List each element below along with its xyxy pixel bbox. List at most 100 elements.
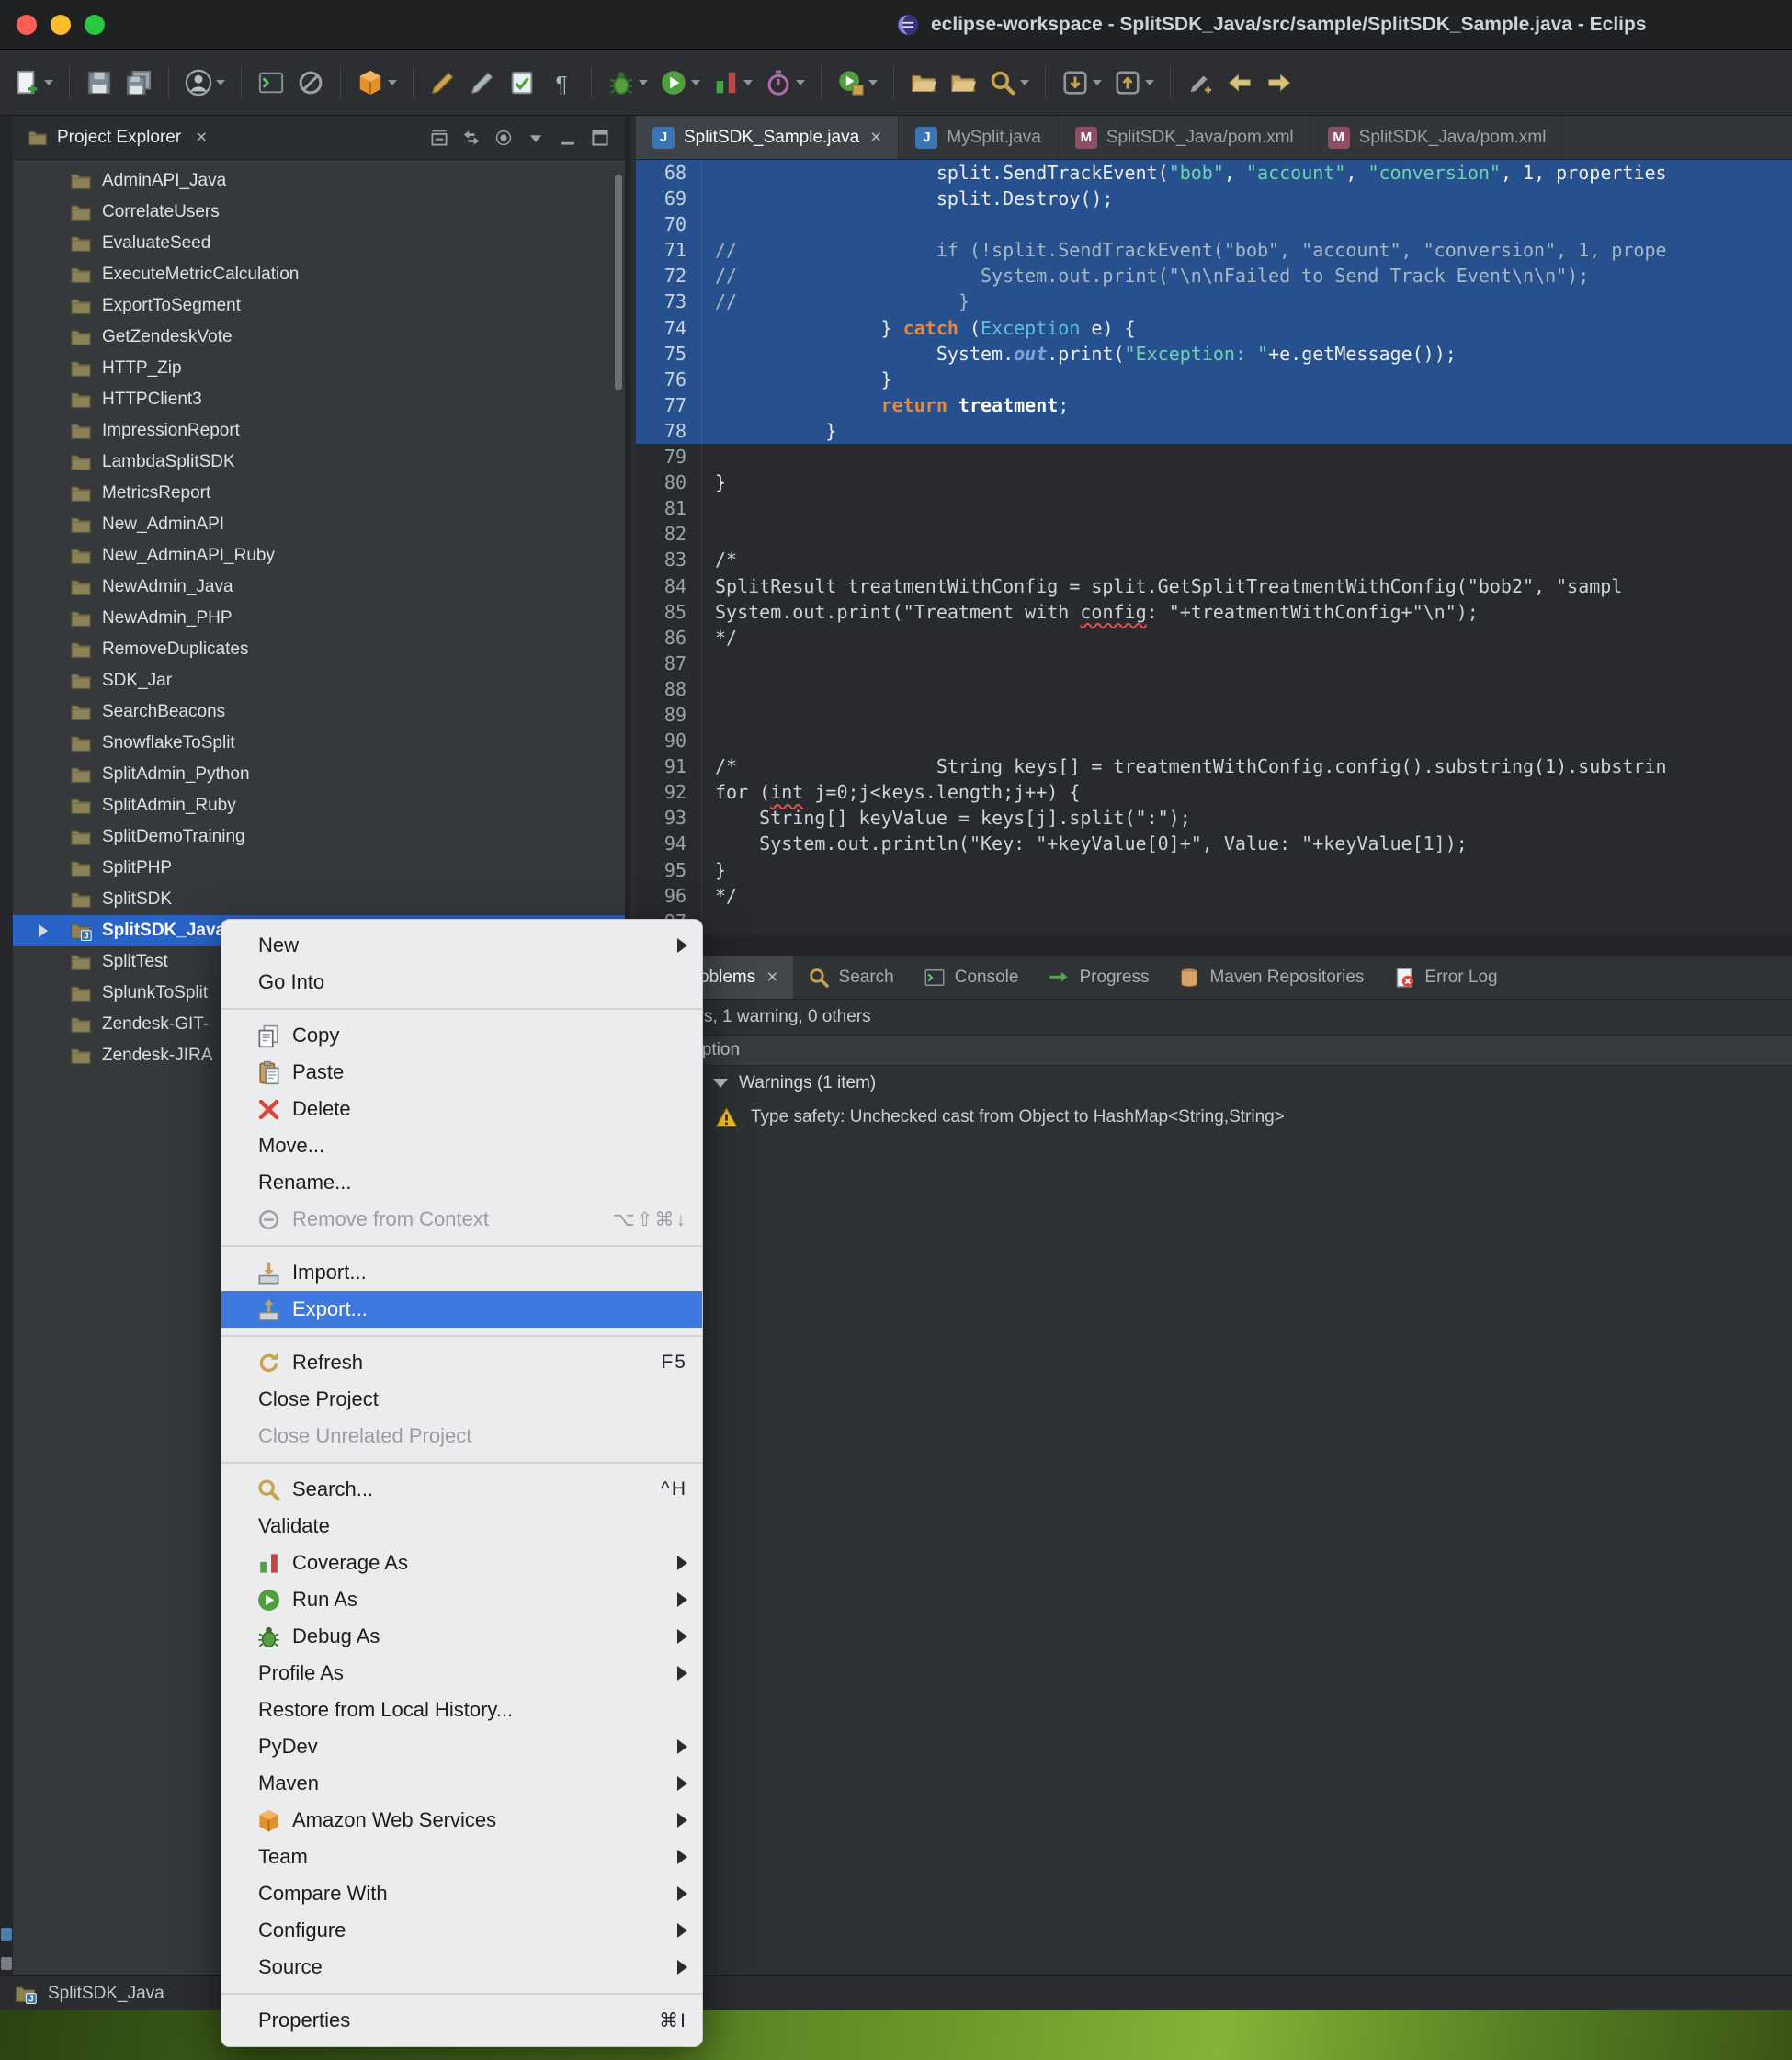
close-tab-icon[interactable]: ×: [766, 967, 777, 989]
tree-item-splitsdk[interactable]: SplitSDK: [13, 884, 625, 915]
menu-item-search[interactable]: Search...^H: [221, 1471, 702, 1508]
code-line[interactable]: 81: [636, 495, 1792, 521]
tree-item-http-zip[interactable]: HTTP_Zip: [13, 353, 625, 384]
account-button[interactable]: [181, 65, 229, 100]
close-window-button[interactable]: [17, 15, 37, 35]
tree-item-splitadmin-python[interactable]: SplitAdmin_Python: [13, 759, 625, 790]
code-line[interactable]: 91/* String keys[] = treatmentWithConfig…: [636, 753, 1792, 779]
editor-tab-splitsdk-sample-java[interactable]: JSplitSDK_Sample.java×: [636, 116, 899, 159]
tree-item-lambdasplitsdk[interactable]: LambdaSplitSDK: [13, 447, 625, 478]
code-editor[interactable]: 68 split.SendTrackEvent("bob", "account"…: [636, 160, 1792, 934]
horizontal-sash[interactable]: [636, 934, 1792, 956]
save-button[interactable]: [82, 65, 117, 100]
code-line[interactable]: 86*/: [636, 625, 1792, 651]
coverage-button[interactable]: [709, 65, 756, 100]
code-line[interactable]: 83/*: [636, 547, 1792, 572]
show-whitespace-button[interactable]: ¶: [544, 65, 579, 100]
menu-item-close-unrelated-project[interactable]: Close Unrelated Project: [221, 1418, 702, 1454]
minimized-view-icon-1[interactable]: [1, 1928, 12, 1941]
menu-item-copy[interactable]: Copy: [221, 1017, 702, 1054]
menu-item-restore-from-local-history[interactable]: Restore from Local History...: [221, 1692, 702, 1728]
tree-item-adminapi-java[interactable]: AdminAPI_Java: [13, 165, 625, 197]
close-view-icon[interactable]: ×: [196, 127, 207, 149]
view-menu-button[interactable]: [526, 128, 546, 148]
code-line[interactable]: 92for (int j=0;j<keys.length;j++) {: [636, 779, 1792, 805]
tree-item-searchbeacons[interactable]: SearchBeacons: [13, 696, 625, 728]
tree-item-evaluateseed[interactable]: EvaluateSeed: [13, 228, 625, 259]
debug-button[interactable]: [604, 65, 652, 100]
menu-item-go-into[interactable]: Go Into: [221, 964, 702, 1001]
tree-item-correlateusers[interactable]: CorrelateUsers: [13, 197, 625, 228]
menu-item-configure[interactable]: Configure: [221, 1912, 702, 1949]
menu-item-source[interactable]: Source: [221, 1949, 702, 1986]
menu-item-maven[interactable]: Maven: [221, 1765, 702, 1802]
problems-warning-group[interactable]: Warnings (1 item): [636, 1066, 1792, 1101]
open-resource-button[interactable]: [906, 65, 941, 100]
new-package-button[interactable]: [353, 65, 401, 100]
view-tab-maven-repositories[interactable]: Maven Repositories: [1163, 956, 1378, 999]
tree-item-getzendeskvote[interactable]: GetZendeskVote: [13, 322, 625, 353]
editor-tab-splitsdk-java-pom-xml[interactable]: MSplitSDK_Java/pom.xml: [1059, 116, 1311, 159]
explorer-scrollbar[interactable]: [615, 175, 622, 390]
menu-item-export[interactable]: Export...: [221, 1291, 702, 1328]
forward-button[interactable]: [1262, 65, 1297, 100]
view-tab-error-log[interactable]: Error Log: [1378, 956, 1512, 999]
tree-item-snowflaketosplit[interactable]: SnowflakeToSplit: [13, 728, 625, 759]
code-line[interactable]: 80}: [636, 470, 1792, 495]
expand-caret-icon[interactable]: [713, 1079, 728, 1088]
code-line[interactable]: 88: [636, 676, 1792, 702]
menu-item-delete[interactable]: Delete: [221, 1091, 702, 1127]
focus-view-button[interactable]: [493, 128, 514, 148]
code-line[interactable]: 82: [636, 521, 1792, 547]
close-tab-icon[interactable]: ×: [870, 127, 881, 149]
search-button[interactable]: [985, 65, 1033, 100]
code-line[interactable]: 94 System.out.println("Key: "+keyValue[0…: [636, 831, 1792, 856]
open-console-button[interactable]: [254, 65, 289, 100]
view-tab-console[interactable]: Console: [909, 956, 1034, 999]
tree-item-splitadmin-ruby[interactable]: SplitAdmin_Ruby: [13, 790, 625, 821]
code-line[interactable]: 70: [636, 211, 1792, 237]
link-with-editor-button[interactable]: [461, 128, 482, 148]
collapse-all-button[interactable]: [429, 128, 449, 148]
problems-column-header[interactable]: Description: [636, 1035, 1792, 1066]
code-line[interactable]: 97: [636, 909, 1792, 934]
editor-tab-mysplit-java[interactable]: JMySplit.java: [899, 116, 1058, 159]
code-line[interactable]: 69 split.Destroy();: [636, 186, 1792, 211]
previous-annotation-button[interactable]: [1110, 65, 1158, 100]
back-button[interactable]: [1222, 65, 1257, 100]
menu-item-remove-from-context[interactable]: Remove from Context⌥⇧⌘↓: [221, 1201, 702, 1238]
code-line[interactable]: 76 }: [636, 367, 1792, 392]
new-task-button[interactable]: [505, 65, 539, 100]
minimize-view-button[interactable]: [558, 128, 578, 148]
code-line[interactable]: 87: [636, 651, 1792, 676]
code-line[interactable]: 75 System.out.print("Exception: "+e.getM…: [636, 341, 1792, 367]
code-line[interactable]: 71// if (!split.SendTrackEvent("bob", "a…: [636, 237, 1792, 263]
last-edit-location-button[interactable]: [1183, 65, 1218, 100]
view-tab-search[interactable]: Search: [793, 956, 909, 999]
expand-arrow-icon[interactable]: [39, 924, 48, 937]
next-annotation-button[interactable]: [1058, 65, 1106, 100]
tree-item-splitphp[interactable]: SplitPHP: [13, 853, 625, 884]
tree-item-httpclient3[interactable]: HTTPClient3: [13, 384, 625, 415]
menu-item-import[interactable]: Import...: [221, 1254, 702, 1291]
code-line[interactable]: 73// }: [636, 289, 1792, 314]
new-wizard-button[interactable]: [9, 65, 57, 100]
menu-item-rename[interactable]: Rename...: [221, 1164, 702, 1201]
code-line[interactable]: 96*/: [636, 883, 1792, 909]
code-line[interactable]: 74 } catch (Exception e) {: [636, 315, 1792, 341]
save-all-button[interactable]: [121, 65, 156, 100]
skip-all-breakpoints-button[interactable]: [293, 65, 328, 100]
code-line[interactable]: 93 String[] keyValue = keys[j].split(":"…: [636, 805, 1792, 831]
code-line[interactable]: 89: [636, 702, 1792, 728]
code-line[interactable]: 95}: [636, 857, 1792, 883]
tree-item-exporttosegment[interactable]: ExportToSegment: [13, 290, 625, 322]
minimized-view-icon-2[interactable]: [1, 1957, 12, 1970]
run-button[interactable]: [656, 65, 704, 100]
zoom-window-button[interactable]: [85, 15, 105, 35]
menu-item-close-project[interactable]: Close Project: [221, 1381, 702, 1418]
tree-item-new-adminapi[interactable]: New_AdminAPI: [13, 509, 625, 540]
titlebar[interactable]: eclipse-workspace - SplitSDK_Java/src/sa…: [0, 0, 1792, 50]
minimize-window-button[interactable]: [51, 15, 71, 35]
tree-item-sdk-jar[interactable]: SDK_Jar: [13, 665, 625, 696]
menu-item-new[interactable]: New: [221, 927, 702, 964]
